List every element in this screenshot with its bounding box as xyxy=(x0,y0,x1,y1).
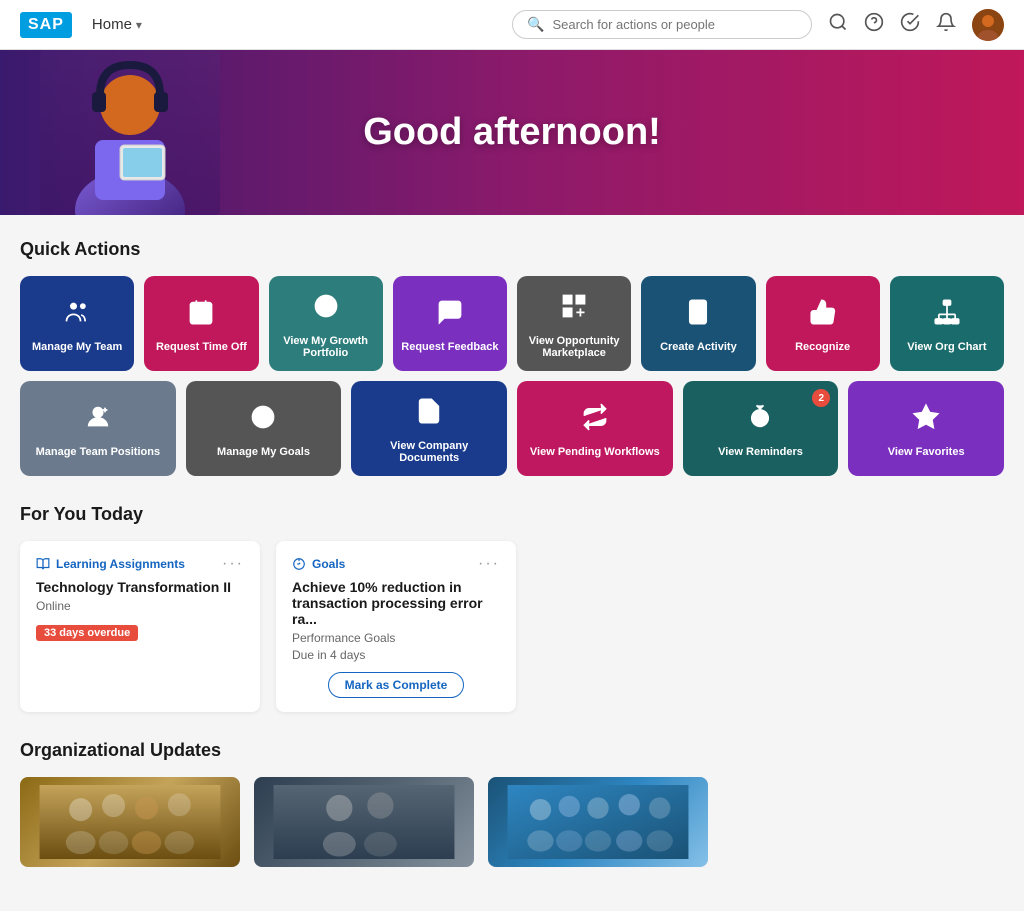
avatar[interactable] xyxy=(972,9,1004,41)
chat-icon xyxy=(436,298,464,333)
goals-card-meta2: Due in 4 days xyxy=(292,648,500,662)
mark-as-complete-button[interactable]: Mark as Complete xyxy=(328,672,465,698)
org-images-row xyxy=(20,777,1004,867)
main-content: Quick Actions Manage My Team Request Tim… xyxy=(0,215,1024,911)
documents-icon xyxy=(415,397,443,432)
learning-tag-label: Learning Assignments xyxy=(56,557,185,571)
recognize-label: Recognize xyxy=(795,341,850,353)
learning-card-more-button[interactable]: ··· xyxy=(222,555,244,573)
view-opportunity-marketplace-button[interactable]: View Opportunity Marketplace xyxy=(517,276,631,371)
quick-actions-row2: Manage Team Positions Manage My Goals Vi… xyxy=(20,381,1004,476)
quick-actions-row1: Manage My Team Request Time Off View My … xyxy=(20,276,1004,371)
home-nav[interactable]: Home ▾ xyxy=(92,16,142,33)
learning-tag-icon xyxy=(36,557,50,571)
for-you-today-section: For You Today Learning Assignments ··· T… xyxy=(20,504,1004,712)
view-opportunity-marketplace-label: View Opportunity Marketplace xyxy=(525,335,623,359)
goals-card-title: Achieve 10% reduction in transaction pro… xyxy=(292,579,500,627)
manage-my-goals-label: Manage My Goals xyxy=(217,446,310,458)
manage-team-positions-label: Manage Team Positions xyxy=(36,446,161,458)
view-growth-portfolio-button[interactable]: View My Growth Portfolio xyxy=(269,276,383,371)
request-time-off-button[interactable]: Request Time Off xyxy=(144,276,258,371)
hero-banner: Good afternoon! xyxy=(0,50,1024,215)
create-activity-button[interactable]: Create Activity xyxy=(641,276,755,371)
org-updates-section: Organizational Updates xyxy=(20,740,1004,867)
view-reminders-button[interactable]: 2 View Reminders xyxy=(683,381,839,476)
hero-greeting: Good afternoon! xyxy=(363,111,661,154)
request-feedback-label: Request Feedback xyxy=(401,341,498,353)
check-circle-icon[interactable] xyxy=(900,12,920,37)
reminders-badge: 2 xyxy=(812,389,830,407)
manage-my-goals-button[interactable]: Manage My Goals xyxy=(186,381,342,476)
recognize-button[interactable]: Recognize xyxy=(766,276,880,371)
view-org-chart-label: View Org Chart xyxy=(907,341,986,353)
search-input[interactable] xyxy=(552,17,797,32)
nav-home-label: Home xyxy=(92,16,132,33)
view-pending-workflows-label: View Pending Workflows xyxy=(530,446,660,458)
sap-logo[interactable]: SAP xyxy=(20,12,72,38)
learning-card-subtitle: Online xyxy=(36,599,244,613)
view-pending-workflows-button[interactable]: View Pending Workflows xyxy=(517,381,673,476)
org-update-image-3[interactable] xyxy=(488,777,708,867)
view-favorites-button[interactable]: View Favorites xyxy=(848,381,1004,476)
search-bar[interactable]: 🔍 xyxy=(512,10,812,39)
chart-growth-icon xyxy=(312,292,340,327)
quick-actions-title: Quick Actions xyxy=(20,239,1004,260)
request-feedback-button[interactable]: Request Feedback xyxy=(393,276,507,371)
view-growth-portfolio-label: View My Growth Portfolio xyxy=(277,335,375,359)
org-updates-title: Organizational Updates xyxy=(20,740,1004,761)
goals-tag-label: Goals xyxy=(312,557,345,571)
search-button-icon[interactable] xyxy=(828,12,848,37)
create-activity-label: Create Activity xyxy=(660,341,737,353)
quick-actions-section: Quick Actions Manage My Team Request Tim… xyxy=(20,239,1004,476)
workflows-icon xyxy=(581,403,609,438)
overdue-badge: 33 days overdue xyxy=(36,625,138,641)
people-icon xyxy=(63,298,91,333)
view-reminders-label: View Reminders xyxy=(718,446,803,458)
goals-icon xyxy=(249,403,277,438)
thumbup-icon xyxy=(809,298,837,333)
manage-my-team-label: Manage My Team xyxy=(32,341,122,353)
hero-person-image xyxy=(40,50,220,215)
app-header: SAP Home ▾ 🔍 xyxy=(0,0,1024,50)
goals-card-more-button[interactable]: ··· xyxy=(478,555,500,573)
manage-team-positions-button[interactable]: Manage Team Positions xyxy=(20,381,176,476)
search-icon: 🔍 xyxy=(527,16,544,33)
goals-card-meta1: Performance Goals xyxy=(292,631,500,645)
create-activity-icon xyxy=(684,298,712,333)
org-update-image-2[interactable] xyxy=(254,777,474,867)
favorites-icon xyxy=(912,403,940,438)
for-you-cards-row: Learning Assignments ··· Technology Tran… xyxy=(20,541,1004,712)
org-update-image-1[interactable] xyxy=(20,777,240,867)
marketplace-icon xyxy=(560,292,588,327)
learning-assignments-card: Learning Assignments ··· Technology Tran… xyxy=(20,541,260,712)
bell-icon[interactable] xyxy=(936,12,956,37)
view-company-documents-button[interactable]: View Company Documents xyxy=(351,381,507,476)
calendar-icon xyxy=(187,298,215,333)
sap-logo-text[interactable]: SAP xyxy=(20,12,72,38)
view-favorites-label: View Favorites xyxy=(888,446,965,458)
goals-tag-icon xyxy=(292,557,306,571)
positions-icon xyxy=(84,403,112,438)
goals-card: Goals ··· Achieve 10% reduction in trans… xyxy=(276,541,516,712)
view-org-chart-button[interactable]: View Org Chart xyxy=(890,276,1004,371)
reminders-icon xyxy=(746,403,774,438)
manage-my-team-button[interactable]: Manage My Team xyxy=(20,276,134,371)
header-icons xyxy=(828,9,1004,41)
learning-tag: Learning Assignments xyxy=(36,557,185,571)
nav-chevron-icon: ▾ xyxy=(136,18,142,32)
org-chart-icon xyxy=(933,298,961,333)
learning-card-header: Learning Assignments ··· xyxy=(36,555,244,573)
goals-tag: Goals xyxy=(292,557,345,571)
learning-card-title: Technology Transformation II xyxy=(36,579,244,595)
request-time-off-label: Request Time Off xyxy=(156,341,247,353)
goals-card-header: Goals ··· xyxy=(292,555,500,573)
for-you-today-title: For You Today xyxy=(20,504,1004,525)
help-icon[interactable] xyxy=(864,12,884,37)
view-company-documents-label: View Company Documents xyxy=(359,440,499,464)
